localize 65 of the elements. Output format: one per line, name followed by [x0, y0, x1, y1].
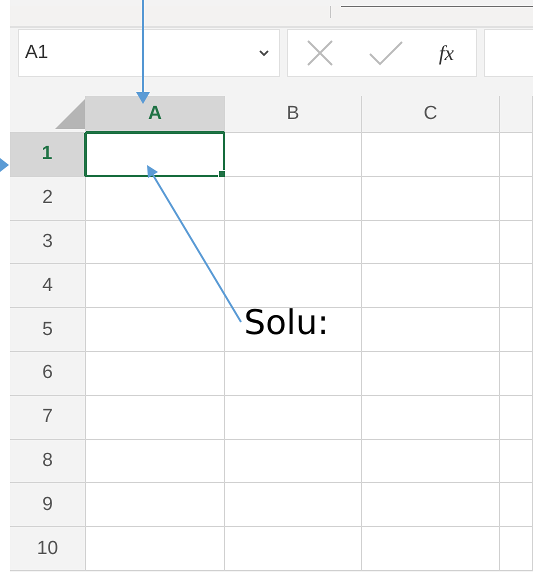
checkmark-icon[interactable]: [368, 40, 404, 66]
grid-cell[interactable]: [362, 176, 500, 221]
grid-cell[interactable]: [500, 176, 533, 221]
grid-cell[interactable]: [86, 308, 225, 352]
grid-cell[interactable]: [362, 483, 500, 528]
column-header[interactable]: [500, 96, 533, 133]
grid-cell[interactable]: [500, 527, 533, 571]
active-cell[interactable]: [85, 132, 225, 177]
row-header[interactable]: 7: [10, 396, 86, 440]
grid-cell[interactable]: [500, 308, 533, 352]
grid-cell[interactable]: [362, 308, 500, 352]
row-header[interactable]: 9: [10, 483, 86, 528]
grid-cell[interactable]: [225, 308, 362, 352]
grid-cell[interactable]: [362, 352, 500, 396]
grid-cell[interactable]: [500, 264, 533, 308]
grid-cell[interactable]: [362, 527, 500, 571]
row-header[interactable]: 4: [10, 264, 86, 308]
grid-cell[interactable]: [225, 440, 362, 484]
row-header[interactable]: 5: [10, 308, 86, 352]
grid-cell[interactable]: [86, 396, 225, 440]
grid-cell[interactable]: [225, 220, 362, 264]
grid-cell[interactable]: [86, 264, 225, 308]
arrow-head: [0, 158, 9, 172]
grid-cell[interactable]: [362, 396, 500, 440]
grid-cell[interactable]: [500, 133, 533, 177]
grid-cell[interactable]: [362, 133, 500, 177]
select-all-triangle-icon[interactable]: [55, 99, 85, 129]
grid-cell[interactable]: [225, 133, 362, 177]
insert-function-button[interactable]: fx: [438, 40, 454, 66]
cell-reference: A1: [25, 42, 50, 64]
annotation-label: Solu:: [244, 303, 329, 343]
grid-cell[interactable]: [362, 264, 500, 308]
grid-cell[interactable]: [500, 483, 533, 528]
grid-cell[interactable]: [500, 396, 533, 440]
formula-input[interactable]: [484, 29, 533, 77]
grid-cell[interactable]: [225, 264, 362, 308]
grid-cell[interactable]: [225, 352, 362, 396]
column-header[interactable]: A: [86, 96, 225, 133]
grid-cell[interactable]: [225, 483, 362, 528]
grid-cell[interactable]: [86, 527, 225, 571]
grid-cell[interactable]: [500, 440, 533, 484]
row-header[interactable]: 1: [10, 133, 86, 177]
grid-cell[interactable]: [500, 220, 533, 264]
row-header[interactable]: 10: [10, 527, 86, 571]
grid-cell[interactable]: [225, 176, 362, 221]
row-header[interactable]: 6: [10, 352, 86, 396]
grid-cell[interactable]: [362, 440, 500, 484]
grid-cell[interactable]: [86, 483, 225, 528]
column-header[interactable]: C: [362, 96, 500, 133]
column-header[interactable]: B: [225, 96, 362, 133]
row-header[interactable]: 8: [10, 440, 86, 484]
row-header[interactable]: 2: [10, 176, 86, 221]
chevron-down-icon[interactable]: [259, 50, 269, 56]
grid-cell[interactable]: [86, 220, 225, 264]
grid-cell[interactable]: [225, 527, 362, 571]
name-box[interactable]: A1: [18, 29, 280, 77]
grid-cell[interactable]: [500, 352, 533, 396]
grid-cell[interactable]: [86, 440, 225, 484]
grid-cell[interactable]: [86, 176, 225, 221]
row-header[interactable]: 3: [10, 220, 86, 264]
grid-cell[interactable]: [86, 352, 225, 396]
select-all-button[interactable]: [10, 96, 86, 133]
grid-cell[interactable]: [225, 396, 362, 440]
grid-cell[interactable]: [362, 220, 500, 264]
close-icon[interactable]: [306, 39, 334, 67]
